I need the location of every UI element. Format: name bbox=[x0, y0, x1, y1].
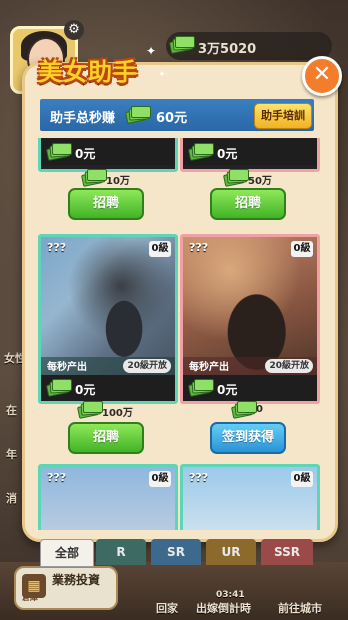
invest-button[interactable]: ▦ 業務投資 倉庫 bbox=[14, 566, 118, 610]
assistant-card[interactable]: ??? 0級 每秒产出 20級开放 0元 bbox=[38, 234, 178, 404]
assistant-card[interactable]: ??? 0級 每秒产出 20級开放 0元 bbox=[180, 234, 320, 404]
invest-sub-label: 倉庫 bbox=[22, 593, 38, 602]
money-icon bbox=[76, 401, 103, 419]
sparkle-icon: ✦ bbox=[158, 70, 166, 80]
tab-ssr[interactable]: SSR bbox=[261, 539, 313, 565]
tab-sr[interactable]: SR bbox=[151, 539, 201, 565]
hire-button[interactable]: 招聘 bbox=[68, 422, 144, 454]
side-label-3: 年 bbox=[6, 448, 17, 461]
money-counter: 3万5020 bbox=[166, 32, 332, 60]
money-icon bbox=[124, 105, 151, 124]
level-badge: 0級 bbox=[291, 471, 313, 487]
assistant-card[interactable]: ??? 0級 bbox=[38, 464, 178, 530]
countdown-time: 03:41 bbox=[216, 590, 245, 600]
nav-home[interactable]: 回家 bbox=[156, 600, 178, 616]
hire-button[interactable]: 招聘 bbox=[210, 188, 286, 220]
assistant-list[interactable]: 0元 0元 10万 50万 招聘 招聘 ??? 0級 每秒产出 20級开放 0元… bbox=[30, 138, 322, 530]
money-icon bbox=[230, 401, 257, 419]
assistant-card[interactable]: 0元 bbox=[38, 138, 178, 172]
money-icon bbox=[45, 378, 72, 397]
nav-countdown[interactable]: 出嫁倒計時 bbox=[196, 600, 251, 616]
side-label-2: 在 bbox=[6, 404, 17, 417]
money-icon bbox=[168, 36, 195, 54]
level-badge: 0級 bbox=[149, 241, 171, 257]
sparkle-icon: ✦ bbox=[146, 44, 157, 58]
money-icon bbox=[187, 378, 214, 397]
unlock-tag: 20級开放 bbox=[123, 359, 171, 373]
tab-ur[interactable]: UR bbox=[206, 539, 256, 565]
close-icon: ✕ bbox=[312, 62, 332, 87]
nav-city[interactable]: 前往城市 bbox=[278, 600, 322, 616]
train-button[interactable]: 助手培訓 bbox=[254, 103, 312, 129]
hire-button[interactable]: 招聘 bbox=[68, 188, 144, 220]
money-icon bbox=[222, 169, 249, 187]
tab-all[interactable]: 全部 bbox=[40, 539, 94, 567]
money-icon bbox=[80, 169, 107, 187]
bottom-nav: ▦ 業務投資 倉庫 回家 03:41 出嫁倒計時 前往城市 bbox=[0, 562, 348, 620]
close-button[interactable]: ✕ bbox=[302, 56, 342, 96]
money-icon bbox=[45, 142, 72, 161]
modal-title: 美女助手 bbox=[38, 58, 138, 86]
money-icon bbox=[187, 142, 214, 161]
assistant-card[interactable]: ??? 0級 bbox=[180, 464, 320, 530]
tab-r[interactable]: R bbox=[96, 539, 146, 565]
assistant-card[interactable]: 0元 bbox=[180, 138, 320, 172]
level-badge: 0級 bbox=[149, 471, 171, 487]
unlock-tag: 20級开放 bbox=[265, 359, 313, 373]
sign-in-button[interactable]: 签到获得 bbox=[210, 422, 286, 454]
gear-icon[interactable]: ⚙ bbox=[64, 20, 84, 40]
level-badge: 0級 bbox=[291, 241, 313, 257]
side-label-4: 消 bbox=[6, 492, 17, 505]
